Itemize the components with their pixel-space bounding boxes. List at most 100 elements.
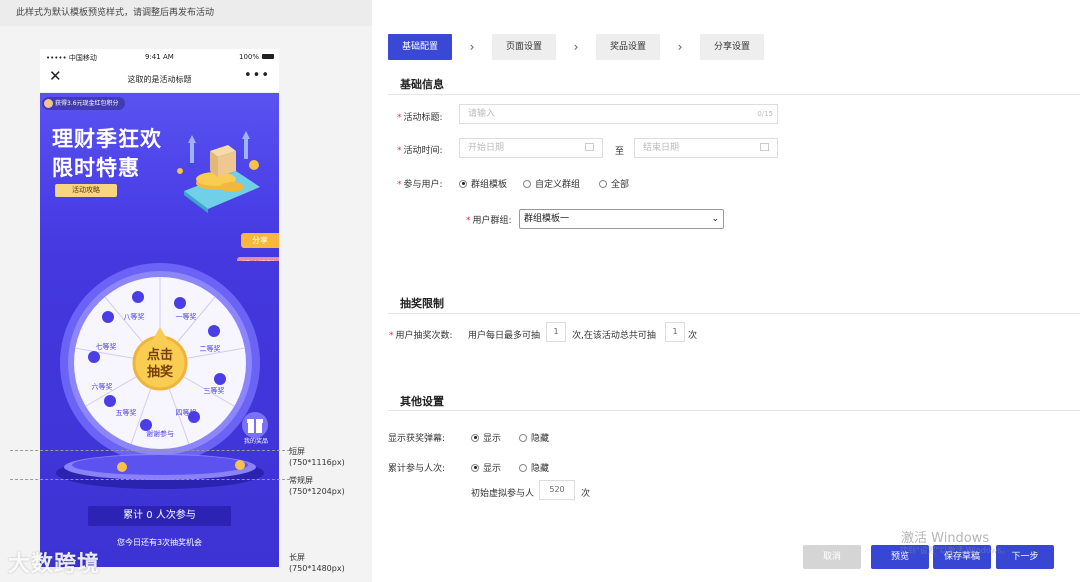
required-mark: *: [389, 331, 394, 341]
more-icon[interactable]: •••: [244, 68, 270, 83]
ticker-text: 获得3.6元现金红包积分: [55, 100, 119, 107]
strategy-tag[interactable]: 活动攻略: [55, 184, 117, 197]
wheel-center-line1: 点击: [147, 347, 173, 363]
tab-basic-config[interactable]: 基础配置: [388, 34, 453, 60]
banner-title-line1: 理财季狂欢: [52, 127, 162, 151]
tab-page-settings[interactable]: 页面设置: [492, 34, 557, 60]
user-group-select[interactable]: 群组模板一 ⌄: [519, 209, 724, 229]
activity-title-placeholder: 请输入: [468, 109, 496, 119]
preview-panel: 此样式为默认模板预览样式，请调整后再发布活动 ••••• 中国移动 9:41 A…: [0, 0, 372, 582]
divider: [388, 313, 1080, 314]
radio-dot: [519, 463, 527, 472]
total-draws-input[interactable]: 1: [665, 322, 685, 342]
coins-gift-illustration: [177, 131, 260, 213]
chevron-right-icon: ›: [677, 40, 683, 54]
activity-title-label: * 活动标题:: [397, 110, 443, 123]
divider: [388, 410, 1080, 411]
normal-screen-guide: [10, 479, 290, 480]
config-panel: 基础配置 › 页面设置 › 奖品设置 › 分享设置 基础信息 * 活动标题: 请输…: [372, 0, 1080, 582]
participants-label: 累计参与人次:: [388, 464, 446, 474]
tab-share-settings[interactable]: 分享设置: [700, 34, 765, 60]
required-mark: *: [397, 113, 402, 123]
popup-label: 显示获奖弹幕:: [388, 434, 446, 444]
carrier-text: ••••• 中国移动: [46, 54, 97, 62]
tab-prize-settings[interactable]: 奖品设置: [596, 34, 661, 60]
radio-all[interactable]: 全部: [599, 177, 629, 190]
lottery-stage: [56, 454, 264, 489]
popup-hide-radio[interactable]: 隐藏: [519, 431, 549, 444]
normal-screen-name: 常规屏: [289, 476, 313, 485]
short-screen-size: (750*1116px): [289, 458, 345, 467]
calendar-icon: [760, 143, 769, 151]
prize-label: 一等奖: [176, 312, 197, 321]
radio-dot: [471, 463, 479, 472]
draw-times-label-text: 用户抽奖次数:: [395, 331, 453, 341]
chevron-right-icon: ›: [469, 40, 475, 54]
prize-label: 七等奖: [96, 342, 117, 351]
user-group-label-text: 用户群组:: [472, 216, 512, 226]
participants-hide-label: 隐藏: [531, 464, 550, 474]
activity-time-label: * 活动时间:: [397, 143, 443, 156]
normal-screen-size: (750*1204px): [289, 487, 345, 496]
prize-label: 五等奖: [116, 408, 137, 417]
long-screen-size: (750*1480px): [289, 564, 345, 573]
windows-activation-hint: 转到"设置"以激活 Windows。: [900, 546, 1010, 555]
participants-show-radio[interactable]: 显示: [471, 461, 501, 474]
phone-navbar: ✕ 这取的是活动标题 •••: [40, 65, 279, 93]
popup-show-radio[interactable]: 显示: [471, 431, 501, 444]
short-screen-name: 短屏: [289, 447, 305, 456]
section-title-basic: 基础信息: [400, 78, 444, 91]
required-mark: *: [397, 146, 402, 156]
short-screen-label: 短屏 (750*1116px): [289, 446, 345, 468]
required-mark: *: [397, 180, 402, 190]
share-button[interactable]: 分享: [241, 233, 279, 248]
prize-label: 谢谢参与: [146, 429, 174, 438]
prize-label: 六等奖: [92, 382, 113, 391]
short-screen-guide: [10, 450, 290, 451]
user-group-label: * 用户群组:: [466, 213, 512, 226]
prize-wheel[interactable]: 点击 抽奖 一等奖 二等奖 三等奖 四等奖 谢谢参与 五等奖 六等奖 七等奖 八…: [58, 261, 262, 465]
end-date-input[interactable]: 结束日期: [634, 138, 778, 158]
section-title-limit: 抽奖限制: [400, 297, 444, 310]
prize-label: 八等奖: [124, 312, 145, 321]
radio-custom-group[interactable]: 自定义群组: [523, 177, 580, 190]
radio-dot: [599, 179, 607, 188]
normal-screen-label: 常规屏 (750*1204px): [289, 475, 345, 497]
popup-hide-label: 隐藏: [531, 434, 550, 444]
section-title-other: 其他设置: [400, 395, 444, 408]
calendar-icon: [585, 143, 594, 151]
phone-preview: ••••• 中国移动 9:41 AM 100% ✕ 这取的是活动标题 ••• 获…: [40, 49, 279, 567]
start-date-input[interactable]: 开始日期: [459, 138, 603, 158]
radio-all-label: 全部: [611, 180, 630, 190]
preview-notice: 此样式为默认模板预览样式，请调整后再发布活动: [0, 0, 372, 26]
required-mark: *: [466, 216, 471, 226]
prize-label: 三等奖: [204, 386, 225, 395]
gift-icon[interactable]: [239, 411, 271, 439]
activity-title-input[interactable]: 请输入 0/15: [459, 104, 778, 124]
users-label-text: 参与用户:: [403, 180, 443, 190]
battery-icon: [262, 54, 274, 59]
activity-title-label-text: 活动标题:: [403, 113, 443, 123]
radio-custom-group-label: 自定义群组: [535, 180, 581, 190]
watermark-logo: 大数跨境: [8, 552, 101, 577]
date-separator: 至: [615, 147, 625, 157]
phone-statusbar: ••••• 中国移动 9:41 AM 100%: [40, 49, 279, 65]
radio-group-template[interactable]: 群组模板: [459, 177, 507, 190]
virtual-participants-input[interactable]: 520: [539, 480, 575, 500]
activity-time-label-text: 活动时间:: [403, 146, 443, 156]
wheel-center-line2: 抽奖: [147, 364, 174, 380]
draws-suffix: 次: [688, 331, 698, 341]
popup-show-label: 显示: [483, 434, 502, 444]
start-date-placeholder: 开始日期: [468, 143, 505, 153]
participants-hide-radio[interactable]: 隐藏: [519, 461, 549, 474]
divider: [388, 94, 1080, 95]
chevron-down-icon: ⌄: [711, 214, 719, 224]
prize-label: 四等奖: [176, 408, 197, 417]
draw-times-label: * 用户抽奖次数:: [389, 328, 453, 341]
battery-text: 100%: [239, 53, 260, 61]
radio-group-template-label: 群组模板: [471, 180, 508, 190]
daily-draws-input[interactable]: 1: [546, 322, 566, 342]
banner-title: 理财季狂欢 限时特惠: [52, 125, 162, 183]
lottery-area: 点击 抽奖 一等奖 二等奖 三等奖 四等奖 谢谢参与 五等奖 六等奖 七等奖 八…: [40, 261, 279, 567]
cancel-button[interactable]: 取消: [803, 545, 861, 569]
